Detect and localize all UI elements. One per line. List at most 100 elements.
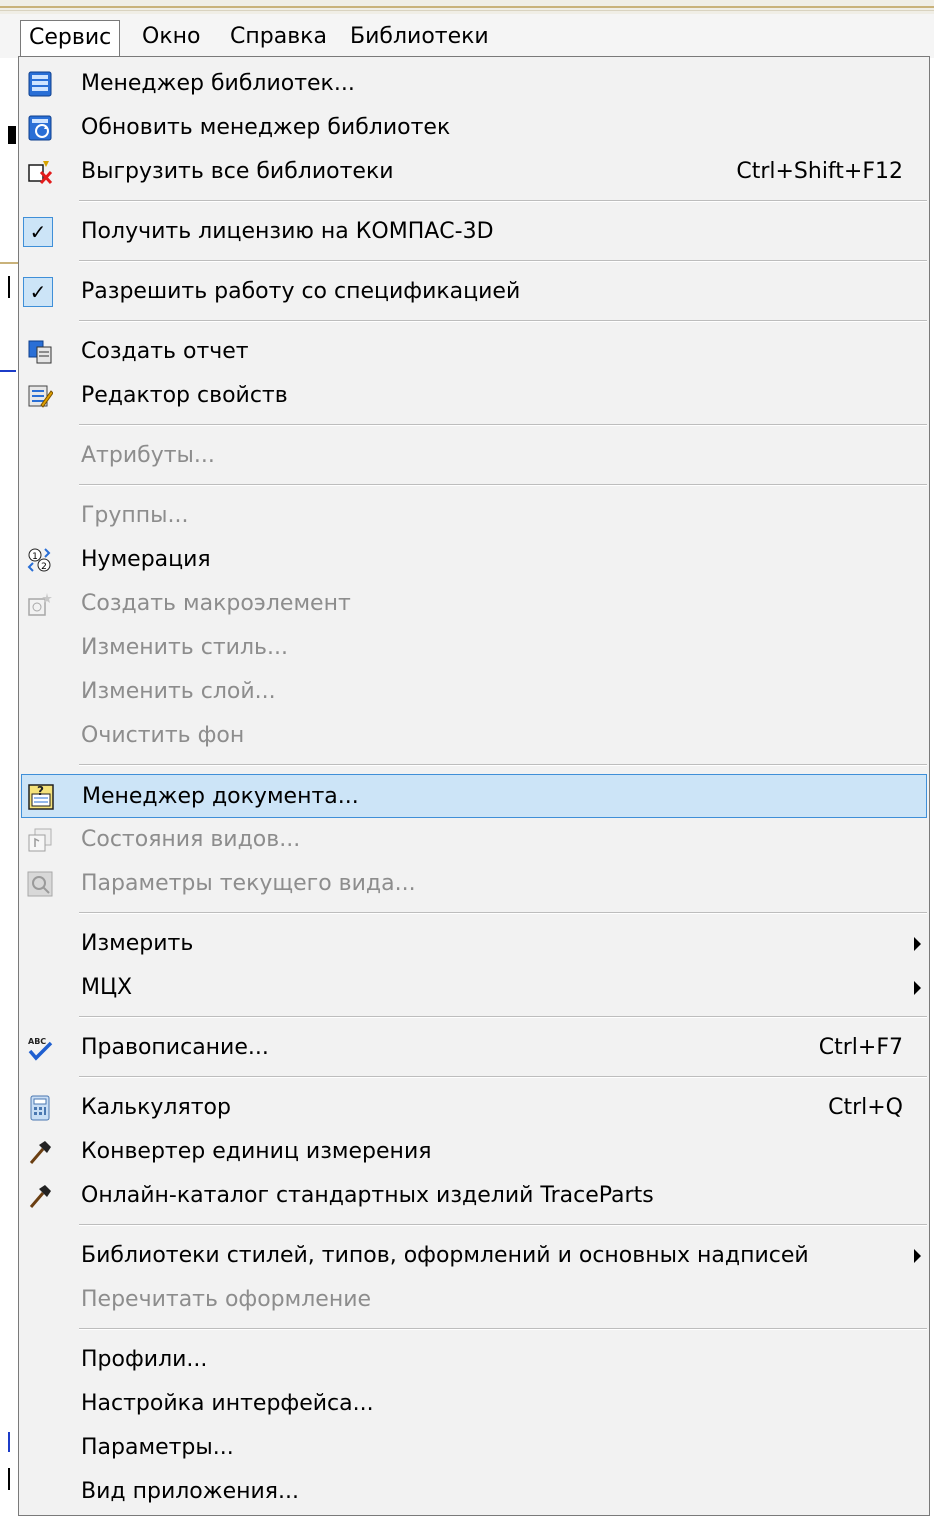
menu-item-label: Изменить стиль... [81,635,288,660]
menu-item-app-view[interactable]: Вид приложения... [21,1470,927,1514]
menu-help[interactable]: Справка [222,20,335,56]
refresh-library-icon [28,115,52,141]
menu-item-label: Измерить [81,931,194,956]
menu-item-numbering[interactable]: 1 2 Нумерация [21,538,927,582]
menu-item-document-manager[interactable]: ? Менеджер документа... [21,774,927,818]
menu-item-mch[interactable]: МЦХ [21,966,927,1010]
menu-item-label: Параметры... [81,1435,234,1460]
menu-item-groups[interactable]: Группы... [21,494,927,538]
properties-editor-icon [28,385,53,408]
menu-item-label: Группы... [81,503,189,528]
menu-window[interactable]: Окно [134,20,208,56]
menu-item-label: Обновить менеджер библиотек [81,115,451,140]
background-line [8,276,10,298]
menu-service[interactable]: Сервис [20,20,121,56]
background-cursor-fragment [8,126,16,144]
menu-separator [79,1224,927,1226]
menu-item-label: Профили... [81,1347,208,1372]
document-manager-icon: ? [28,784,54,810]
menu-item-create-macro-element[interactable]: Создать макроэлемент [21,582,927,626]
menu-item-label: Параметры текущего вида... [81,871,416,896]
menu-item-clear-background[interactable]: Очистить фон [21,714,927,758]
menu-separator [79,424,927,426]
unload-libraries-icon [28,161,53,185]
menu-item-label: Получить лицензию на КОМПАС-3D [81,219,494,244]
menu-item-attributes[interactable]: Атрибуты... [21,434,927,478]
menu-item-label: Выгрузить все библиотеки [81,159,394,184]
menu-item-get-license[interactable]: ✓ Получить лицензию на КОМПАС-3D [21,210,927,254]
menu-item-properties-editor[interactable]: Редактор свойств [21,374,927,418]
submenu-arrow-icon [914,981,921,995]
macro-element-icon [28,593,52,616]
background-line [8,1432,10,1452]
menu-item-label: Создать макроэлемент [81,591,351,616]
menu-item-label: Разрешить работу со спецификацией [81,279,521,304]
menu-item-label: Настройка интерфейса... [81,1391,374,1416]
menu-item-reread-layout[interactable]: Перечитать оформление [21,1278,927,1322]
shortcut-text: Ctrl+F7 [818,1035,903,1060]
menu-item-label: Конвертер единиц измерения [81,1139,432,1164]
menu-item-label: Калькулятор [81,1095,231,1120]
menu-item-change-style[interactable]: Изменить стиль... [21,626,927,670]
check-icon: ✓ [23,217,53,247]
menu-item-label: Редактор свойств [81,383,288,408]
calculator-icon [30,1095,50,1121]
menu-bar: Сервис Окно Справка Библиотеки [0,14,934,58]
menu-item-label: Библиотеки стилей, типов, оформлений и о… [81,1243,809,1268]
menu-item-label: Атрибуты... [81,443,215,468]
background-line [0,262,18,264]
menu-item-refresh-library-manager[interactable]: Обновить менеджер библиотек [21,106,927,150]
view-params-icon [27,871,53,897]
svg-text:2: 2 [41,562,47,572]
menu-item-allow-specification[interactable]: ✓ Разрешить работу со спецификацией [21,270,927,314]
menu-item-label: Нумерация [81,547,211,572]
menu-item-label: Изменить слой... [81,679,276,704]
report-icon [28,340,52,364]
hammer-icon [29,1141,51,1164]
menu-libraries[interactable]: Библиотеки [342,20,497,56]
menu-item-current-view-params[interactable]: Параметры текущего вида... [21,862,927,906]
menu-item-interface-settings[interactable]: Настройка интерфейса... [21,1382,927,1426]
menu-item-label: МЦХ [81,975,133,1000]
border-line [0,10,934,11]
menu-item-measure[interactable]: Измерить [21,922,927,966]
menu-item-style-libraries[interactable]: Библиотеки стилей, типов, оформлений и о… [21,1234,927,1278]
menu-item-label: Онлайн-каталог стандартных изделий Trace… [81,1183,654,1208]
menu-item-label: Очистить фон [81,723,245,748]
menu-item-unit-converter[interactable]: Конвертер единиц измерения [21,1130,927,1174]
menu-separator [79,1016,927,1018]
menu-separator [79,912,927,914]
menu-item-calculator[interactable]: Калькулятор Ctrl+Q [21,1086,927,1130]
shortcut-text: Ctrl+Shift+F12 [736,159,903,184]
menu-item-spelling[interactable]: ABC Правописание... Ctrl+F7 [21,1026,927,1070]
menu-item-label: Создать отчет [81,339,249,364]
menu-item-unload-libraries[interactable]: Выгрузить все библиотеки Ctrl+Shift+F12 [21,150,927,194]
submenu-arrow-icon [914,937,921,951]
svg-text:?: ? [37,784,44,798]
menu-item-label: Менеджер документа... [82,784,359,809]
hammer-icon [29,1185,51,1208]
menu-item-label: Состояния видов... [81,827,301,852]
menu-item-change-layer[interactable]: Изменить слой... [21,670,927,714]
service-dropdown-menu: Менеджер библиотек... Обновить менеджер … [18,56,930,1516]
menu-item-parameters[interactable]: Параметры... [21,1426,927,1470]
submenu-arrow-icon [914,1249,921,1263]
background-line [0,370,16,372]
menu-item-view-states[interactable]: Состояния видов... [21,818,927,862]
menu-separator [79,320,927,322]
menu-item-label: Вид приложения... [81,1479,300,1504]
window-top-border [0,0,934,14]
menu-separator [79,1076,927,1078]
view-states-icon [28,828,52,852]
spellcheck-icon: ABC [28,1037,53,1061]
library-manager-icon [28,71,52,97]
svg-text:ABC: ABC [28,1037,46,1046]
menu-item-profiles[interactable]: Профили... [21,1338,927,1382]
menu-separator [79,1328,927,1330]
menu-item-create-report[interactable]: Создать отчет [21,330,927,374]
menu-separator [79,200,927,202]
border-line [0,6,934,8]
menu-item-traceparts-catalog[interactable]: Онлайн-каталог стандартных изделий Trace… [21,1174,927,1218]
menu-item-library-manager[interactable]: Менеджер библиотек... [21,62,927,106]
menu-separator [79,260,927,262]
